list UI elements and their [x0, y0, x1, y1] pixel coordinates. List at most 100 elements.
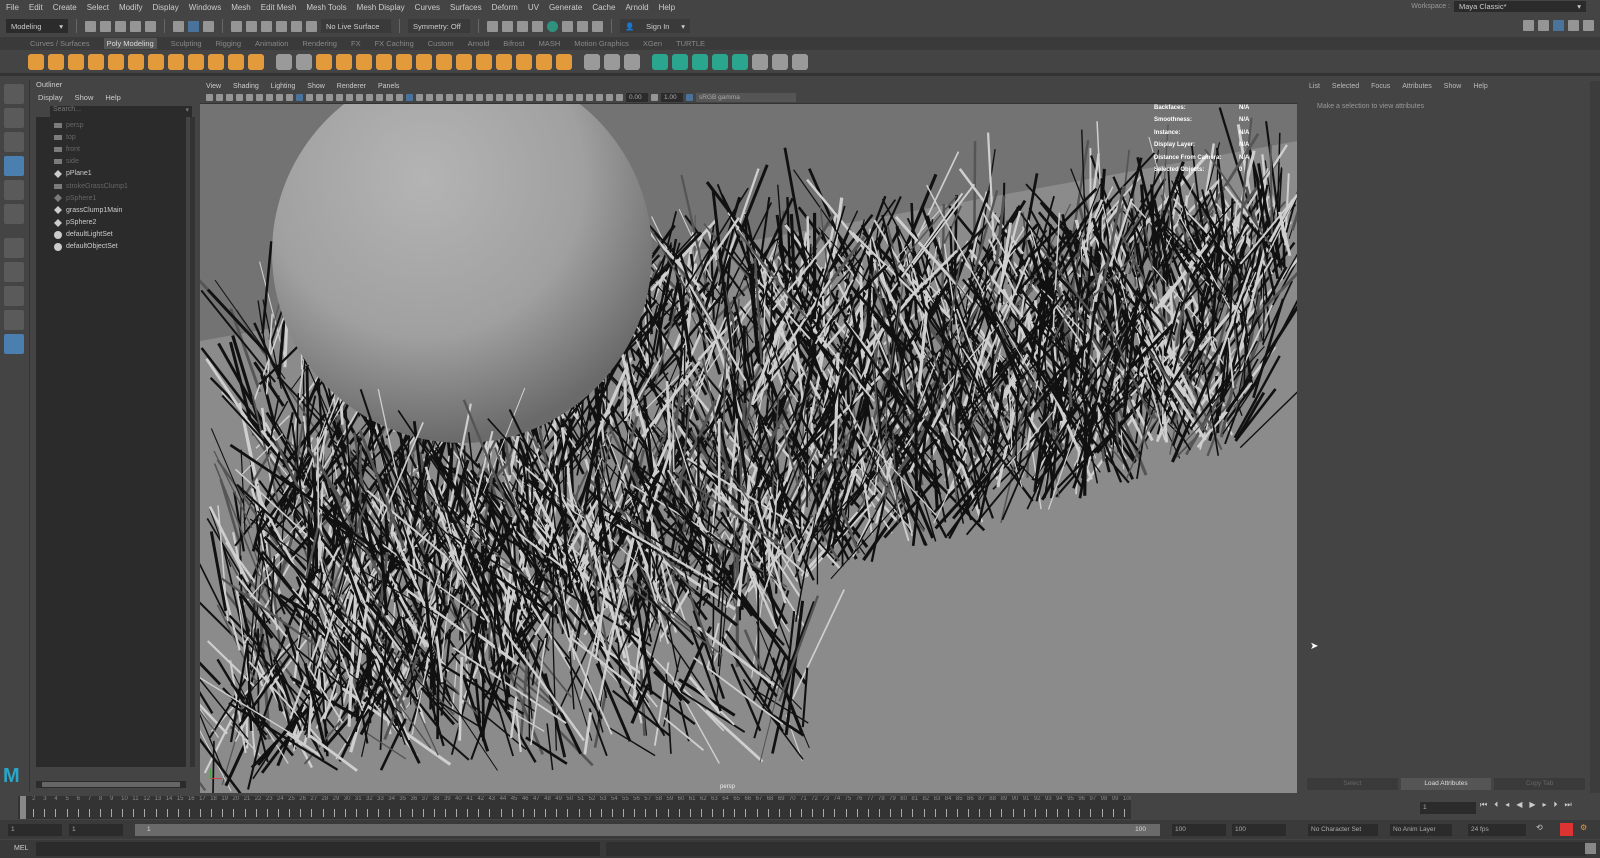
- ae-menu-list[interactable]: List: [1309, 83, 1320, 90]
- shelf-tool-icon[interactable]: [148, 53, 164, 70]
- end-time-field[interactable]: 100: [1232, 824, 1286, 836]
- shelf-tool-icon[interactable]: [396, 53, 412, 70]
- menu-surfaces[interactable]: Surfaces: [450, 3, 482, 12]
- viewport-tool-icon[interactable]: [536, 94, 543, 101]
- menu-modify[interactable]: Modify: [119, 3, 143, 12]
- outliner-item[interactable]: persp: [36, 119, 186, 131]
- viewport-tool-icon[interactable]: [486, 94, 493, 101]
- shelf-tool-icon[interactable]: [68, 53, 84, 70]
- snap-surface-icon[interactable]: [291, 20, 302, 32]
- shelf-tab[interactable]: TURTLE: [676, 39, 705, 48]
- shelf-tab[interactable]: Rigging: [216, 39, 241, 48]
- menu-uv[interactable]: UV: [528, 3, 539, 12]
- viewport-tool-icon[interactable]: [576, 94, 583, 101]
- menu-select[interactable]: Select: [87, 3, 109, 12]
- load-attributes-button[interactable]: Load Attributes: [1400, 778, 1492, 790]
- auto-key-icon[interactable]: [1560, 823, 1573, 836]
- shelf-tool-icon[interactable]: [792, 53, 808, 70]
- color-space-select[interactable]: sRGB gamma: [696, 93, 796, 102]
- shelf-tool-icon[interactable]: [48, 53, 64, 70]
- time-slider[interactable]: 1234567891011121314151617181920212223242…: [18, 796, 1131, 819]
- viewport-tool-icon[interactable]: [616, 94, 623, 101]
- shelf-tool-icon[interactable]: [168, 53, 184, 70]
- viewport-tool-icon[interactable]: [456, 94, 463, 101]
- shelf-tool-icon[interactable]: [108, 53, 124, 70]
- shelf-tab[interactable]: XGen: [643, 39, 662, 48]
- anim-layer-select[interactable]: No Anim Layer: [1390, 824, 1452, 836]
- menu-windows[interactable]: Windows: [189, 3, 221, 12]
- viewport-tool-icon[interactable]: [346, 94, 353, 101]
- ipr-render-icon[interactable]: [517, 20, 528, 32]
- shelf-tool-icon[interactable]: [248, 53, 264, 70]
- ae-menu-selected[interactable]: Selected: [1332, 83, 1359, 90]
- viewport-tool-icon[interactable]: [366, 94, 373, 101]
- shelf-tool-icon[interactable]: [652, 53, 668, 70]
- shelf-tool-icon[interactable]: [296, 53, 312, 70]
- ae-menu-focus[interactable]: Focus: [1371, 83, 1390, 90]
- outliner-item[interactable]: defaultObjectSet: [36, 241, 186, 253]
- viewport-tool-icon[interactable]: [476, 94, 483, 101]
- viewport-tool-icon[interactable]: [406, 94, 413, 101]
- shelf-tool-icon[interactable]: [516, 53, 532, 70]
- select-hierarchy-icon[interactable]: [173, 20, 184, 32]
- play-forward-icon[interactable]: ▶: [1529, 800, 1535, 810]
- shelf-tool-icon[interactable]: [536, 53, 552, 70]
- copy-tab-button[interactable]: Copy Tab: [1494, 778, 1586, 790]
- outliner-item[interactable]: pSphere2: [36, 217, 186, 229]
- outliner-item[interactable]: grassClump1Main: [36, 204, 186, 216]
- live-surface-field[interactable]: No Live Surface: [321, 19, 391, 33]
- shelf-tool-icon[interactable]: [772, 53, 788, 70]
- menu-deform[interactable]: Deform: [492, 3, 518, 12]
- modeling-toolkit-icon[interactable]: [1523, 20, 1534, 31]
- menu-mesh-display[interactable]: Mesh Display: [357, 3, 405, 12]
- current-time-field[interactable]: 1: [1420, 802, 1476, 814]
- render-settings-icon[interactable]: [532, 20, 543, 32]
- outliner-horizontal-scrollbar[interactable]: [36, 781, 186, 788]
- ae-menu-show[interactable]: Show: [1444, 83, 1462, 90]
- viewport-tool-icon[interactable]: [586, 94, 593, 101]
- go-to-end-icon[interactable]: ⏭: [1565, 800, 1572, 810]
- menu-edit-mesh[interactable]: Edit Mesh: [261, 3, 297, 12]
- viewport-tool-icon[interactable]: [606, 94, 613, 101]
- last-tool-icon[interactable]: [4, 238, 24, 258]
- outliner-item[interactable]: front: [36, 143, 186, 155]
- undo-icon[interactable]: [130, 20, 141, 32]
- viewport-tool-icon[interactable]: [276, 94, 283, 101]
- shelf-tool-icon[interactable]: [456, 53, 472, 70]
- select-component-icon[interactable]: [203, 20, 214, 32]
- outliner-vertical-scrollbar[interactable]: [190, 117, 195, 767]
- human-ik-icon[interactable]: [1538, 20, 1549, 31]
- viewport-tool-icon[interactable]: [556, 94, 563, 101]
- new-scene-icon[interactable]: [85, 20, 96, 32]
- shelf-tool-icon[interactable]: [436, 53, 452, 70]
- snap-curve-icon[interactable]: [246, 20, 257, 32]
- viewport-tool-icon[interactable]: [386, 94, 393, 101]
- viewport-tool-icon[interactable]: [266, 94, 273, 101]
- pause-icon[interactable]: [592, 20, 603, 32]
- shelf-tab[interactable]: MASH: [539, 39, 561, 48]
- workspace-select[interactable]: Maya Classic* ▾: [1454, 1, 1586, 12]
- color-management-icon[interactable]: [686, 94, 693, 101]
- viewport-tool-icon[interactable]: [236, 94, 243, 101]
- menu-help[interactable]: Help: [659, 3, 675, 12]
- shelf-tool-icon[interactable]: [88, 53, 104, 70]
- render-view-icon[interactable]: [487, 20, 498, 32]
- viewport-tool-icon[interactable]: [316, 94, 323, 101]
- shelf-tool-icon[interactable]: [208, 53, 224, 70]
- viewport-tool-icon[interactable]: [286, 94, 293, 101]
- mode-select[interactable]: Modeling ▾: [6, 19, 68, 33]
- viewport-tool-icon[interactable]: [566, 94, 573, 101]
- outliner-item[interactable]: pPlane1: [36, 168, 186, 180]
- menu-generate[interactable]: Generate: [549, 3, 582, 12]
- outliner-item[interactable]: top: [36, 131, 186, 143]
- ae-menu-help[interactable]: Help: [1473, 83, 1487, 90]
- script-editor-icon[interactable]: [1585, 843, 1596, 854]
- fps-select[interactable]: 24 fps: [1468, 824, 1526, 836]
- viewport-tool-icon[interactable]: [326, 94, 333, 101]
- viewport-tool-icon[interactable]: [296, 94, 303, 101]
- viewport-tool-icon[interactable]: [526, 94, 533, 101]
- symmetry-select[interactable]: Symmetry: Off: [408, 19, 470, 33]
- shelf-tool-icon[interactable]: [356, 53, 372, 70]
- viewport-menu-shading[interactable]: Shading: [233, 83, 259, 90]
- snap-grid-icon[interactable]: [231, 20, 242, 32]
